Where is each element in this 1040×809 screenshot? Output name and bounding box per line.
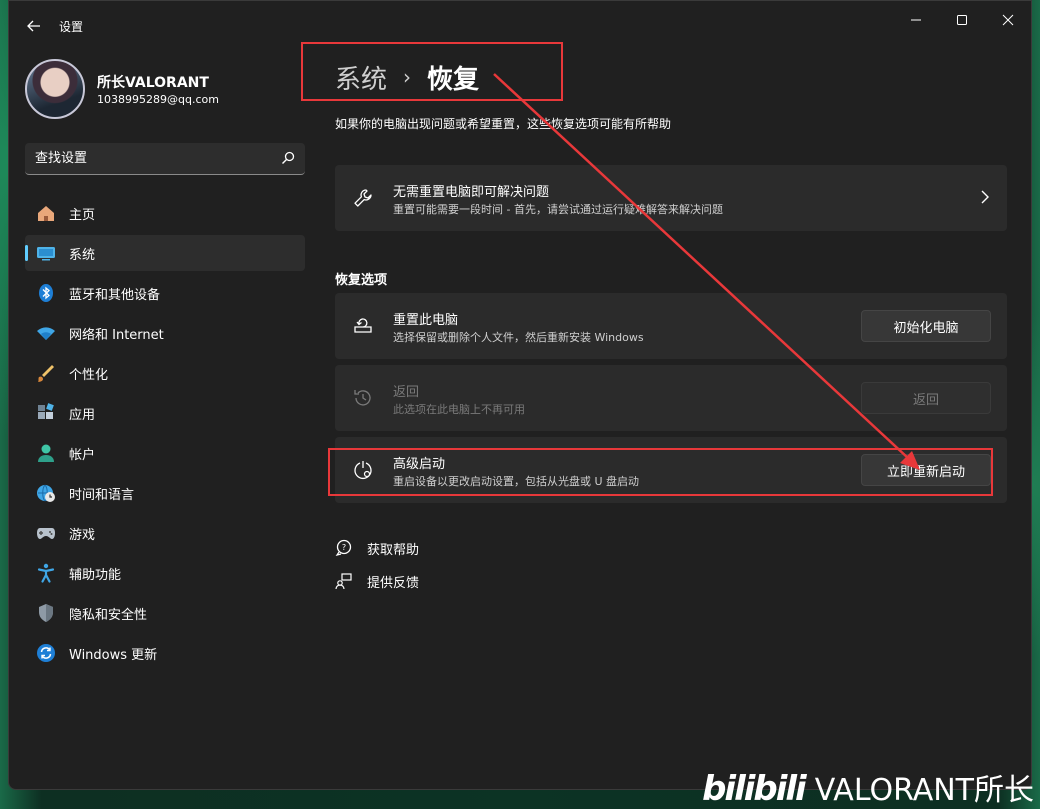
sidebar-item-bluetooth[interactable]: 蓝牙和其他设备	[25, 275, 305, 311]
sidebar-item-label: Windows 更新	[69, 647, 158, 663]
card-subtitle: 重启设备以更改启动设置，包括从光盘或 U 盘启动	[393, 475, 640, 488]
advanced-startup-icon	[354, 461, 372, 479]
card-title: 高级启动	[393, 457, 446, 472]
sidebar-item-label: 时间和语言	[69, 487, 135, 503]
arrow-left-icon	[27, 20, 40, 32]
minimize-button[interactable]	[893, 5, 939, 35]
profile-name: 所长VALORANT	[97, 75, 209, 91]
user-profile[interactable]: 所长VALORANT 1038995289@qq.com	[25, 59, 305, 119]
advanced-startup-card: 高级启动 重启设备以更改启动设置，包括从光盘或 U 盘启动 立即重新启动	[335, 437, 1007, 503]
card-title: 返回	[393, 385, 420, 400]
shield-icon	[39, 604, 53, 622]
nav-list: 主页 系统 蓝牙和其他设备 网络和 Internet 个性化 应用 帐户 时间和…	[25, 195, 305, 675]
chevron-right-icon	[981, 190, 989, 204]
brush-icon	[38, 365, 54, 382]
sidebar-item-gaming[interactable]: 游戏	[25, 515, 305, 551]
update-icon	[37, 644, 55, 662]
app-title: 设置	[59, 20, 84, 34]
sidebar-item-label: 系统	[69, 247, 96, 263]
get-help-label: 获取帮助	[367, 542, 420, 558]
home-icon	[38, 206, 54, 221]
sidebar-item-network[interactable]: 网络和 Internet	[25, 315, 305, 351]
apps-icon	[38, 403, 54, 419]
troubleshoot-card[interactable]: 无需重置电脑即可解决问题 重置可能需要一段时间 - 首先，请尝试通过运行疑难解答…	[335, 165, 1007, 231]
sidebar-item-personalization[interactable]: 个性化	[25, 355, 305, 391]
sidebar-item-label: 主页	[69, 207, 96, 223]
settings-window: 设置 所长VALORANT 1038995289@qq.com 查找设置 主页 …	[8, 0, 1032, 790]
wrench-icon	[354, 189, 372, 207]
sidebar-item-accessibility[interactable]: 辅助功能	[25, 555, 305, 591]
system-icon	[37, 247, 55, 261]
card-subtitle: 重置可能需要一段时间 - 首先，请尝试通过运行疑难解答来解决问题	[393, 203, 723, 216]
account-icon	[38, 444, 54, 462]
sidebar-item-label: 个性化	[69, 367, 109, 383]
search-input[interactable]	[25, 143, 265, 173]
bilibili-logo: bilibili	[702, 769, 807, 809]
go-back-button: 返回	[861, 382, 991, 414]
sidebar-item-home[interactable]: 主页	[25, 195, 305, 231]
sidebar-item-label: 游戏	[69, 527, 96, 543]
give-feedback-label: 提供反馈	[367, 575, 420, 591]
breadcrumb-parent[interactable]: 系统	[335, 59, 387, 96]
section-title: 恢复选项	[335, 273, 388, 288]
minimize-icon	[911, 19, 921, 21]
avatar	[25, 59, 85, 119]
search-icon[interactable]	[281, 151, 295, 165]
gamepad-icon	[37, 528, 55, 539]
page-description: 如果你的电脑出现问题或希望重置，这些恢复选项可能有所帮助	[335, 117, 672, 131]
maximize-icon	[957, 15, 967, 25]
back-button[interactable]	[21, 13, 47, 39]
close-button[interactable]	[985, 5, 1031, 35]
sidebar-item-label: 帐户	[69, 447, 96, 463]
close-icon	[1002, 14, 1014, 26]
watermark: bilibili VALORANT所长	[702, 765, 1034, 809]
feedback-icon	[335, 573, 352, 590]
bluetooth-icon	[39, 284, 53, 302]
sidebar-item-time-language[interactable]: 时间和语言	[25, 475, 305, 511]
sidebar-item-privacy[interactable]: 隐私和安全性	[25, 595, 305, 631]
sidebar-item-label: 蓝牙和其他设备	[69, 287, 161, 303]
sidebar-item-label: 应用	[69, 407, 96, 423]
sidebar-item-label: 网络和 Internet	[69, 327, 164, 343]
sidebar-item-system[interactable]: 系统	[25, 235, 305, 271]
history-icon	[354, 390, 371, 406]
go-back-card: 返回 此选项在此电脑上不再可用 返回	[335, 365, 1007, 431]
breadcrumb-separator: ›	[403, 65, 412, 89]
get-help-link[interactable]: ? 获取帮助	[335, 536, 419, 560]
sidebar-item-apps[interactable]: 应用	[25, 395, 305, 431]
help-icon: ?	[335, 539, 352, 556]
sidebar: 所长VALORANT 1038995289@qq.com 主页 系统 蓝牙和其他…	[9, 47, 319, 789]
sidebar-item-accounts[interactable]: 帐户	[25, 435, 305, 471]
give-feedback-link[interactable]: 提供反馈	[335, 569, 419, 593]
restart-now-button[interactable]: 立即重新启动	[861, 454, 991, 486]
accessibility-icon	[37, 563, 55, 583]
sidebar-item-windows-update[interactable]: Windows 更新	[25, 635, 305, 671]
globe-clock-icon	[37, 484, 55, 502]
maximize-button[interactable]	[939, 5, 985, 35]
page-title: 恢复	[427, 64, 480, 95]
search-box	[25, 143, 305, 175]
reset-pc-card: 重置此电脑 选择保留或删除个人文件，然后重新安装 Windows 初始化电脑	[335, 293, 1007, 359]
svg-text:?: ?	[342, 543, 346, 552]
profile-email: 1038995289@qq.com	[97, 93, 219, 106]
card-title: 重置此电脑	[393, 313, 459, 328]
wifi-icon	[37, 327, 55, 340]
watermark-text: VALORANT所长	[814, 773, 1034, 808]
sidebar-item-label: 辅助功能	[69, 567, 122, 583]
card-subtitle: 选择保留或删除个人文件，然后重新安装 Windows	[393, 331, 644, 344]
card-subtitle: 此选项在此电脑上不再可用	[393, 403, 525, 416]
card-title: 无需重置电脑即可解决问题	[393, 185, 550, 200]
reset-pc-button[interactable]: 初始化电脑	[861, 310, 991, 342]
reset-pc-icon	[354, 318, 372, 333]
breadcrumb: 系统 › 恢复	[335, 57, 479, 97]
sidebar-item-label: 隐私和安全性	[69, 607, 148, 623]
title-bar: 设置	[9, 1, 1031, 47]
